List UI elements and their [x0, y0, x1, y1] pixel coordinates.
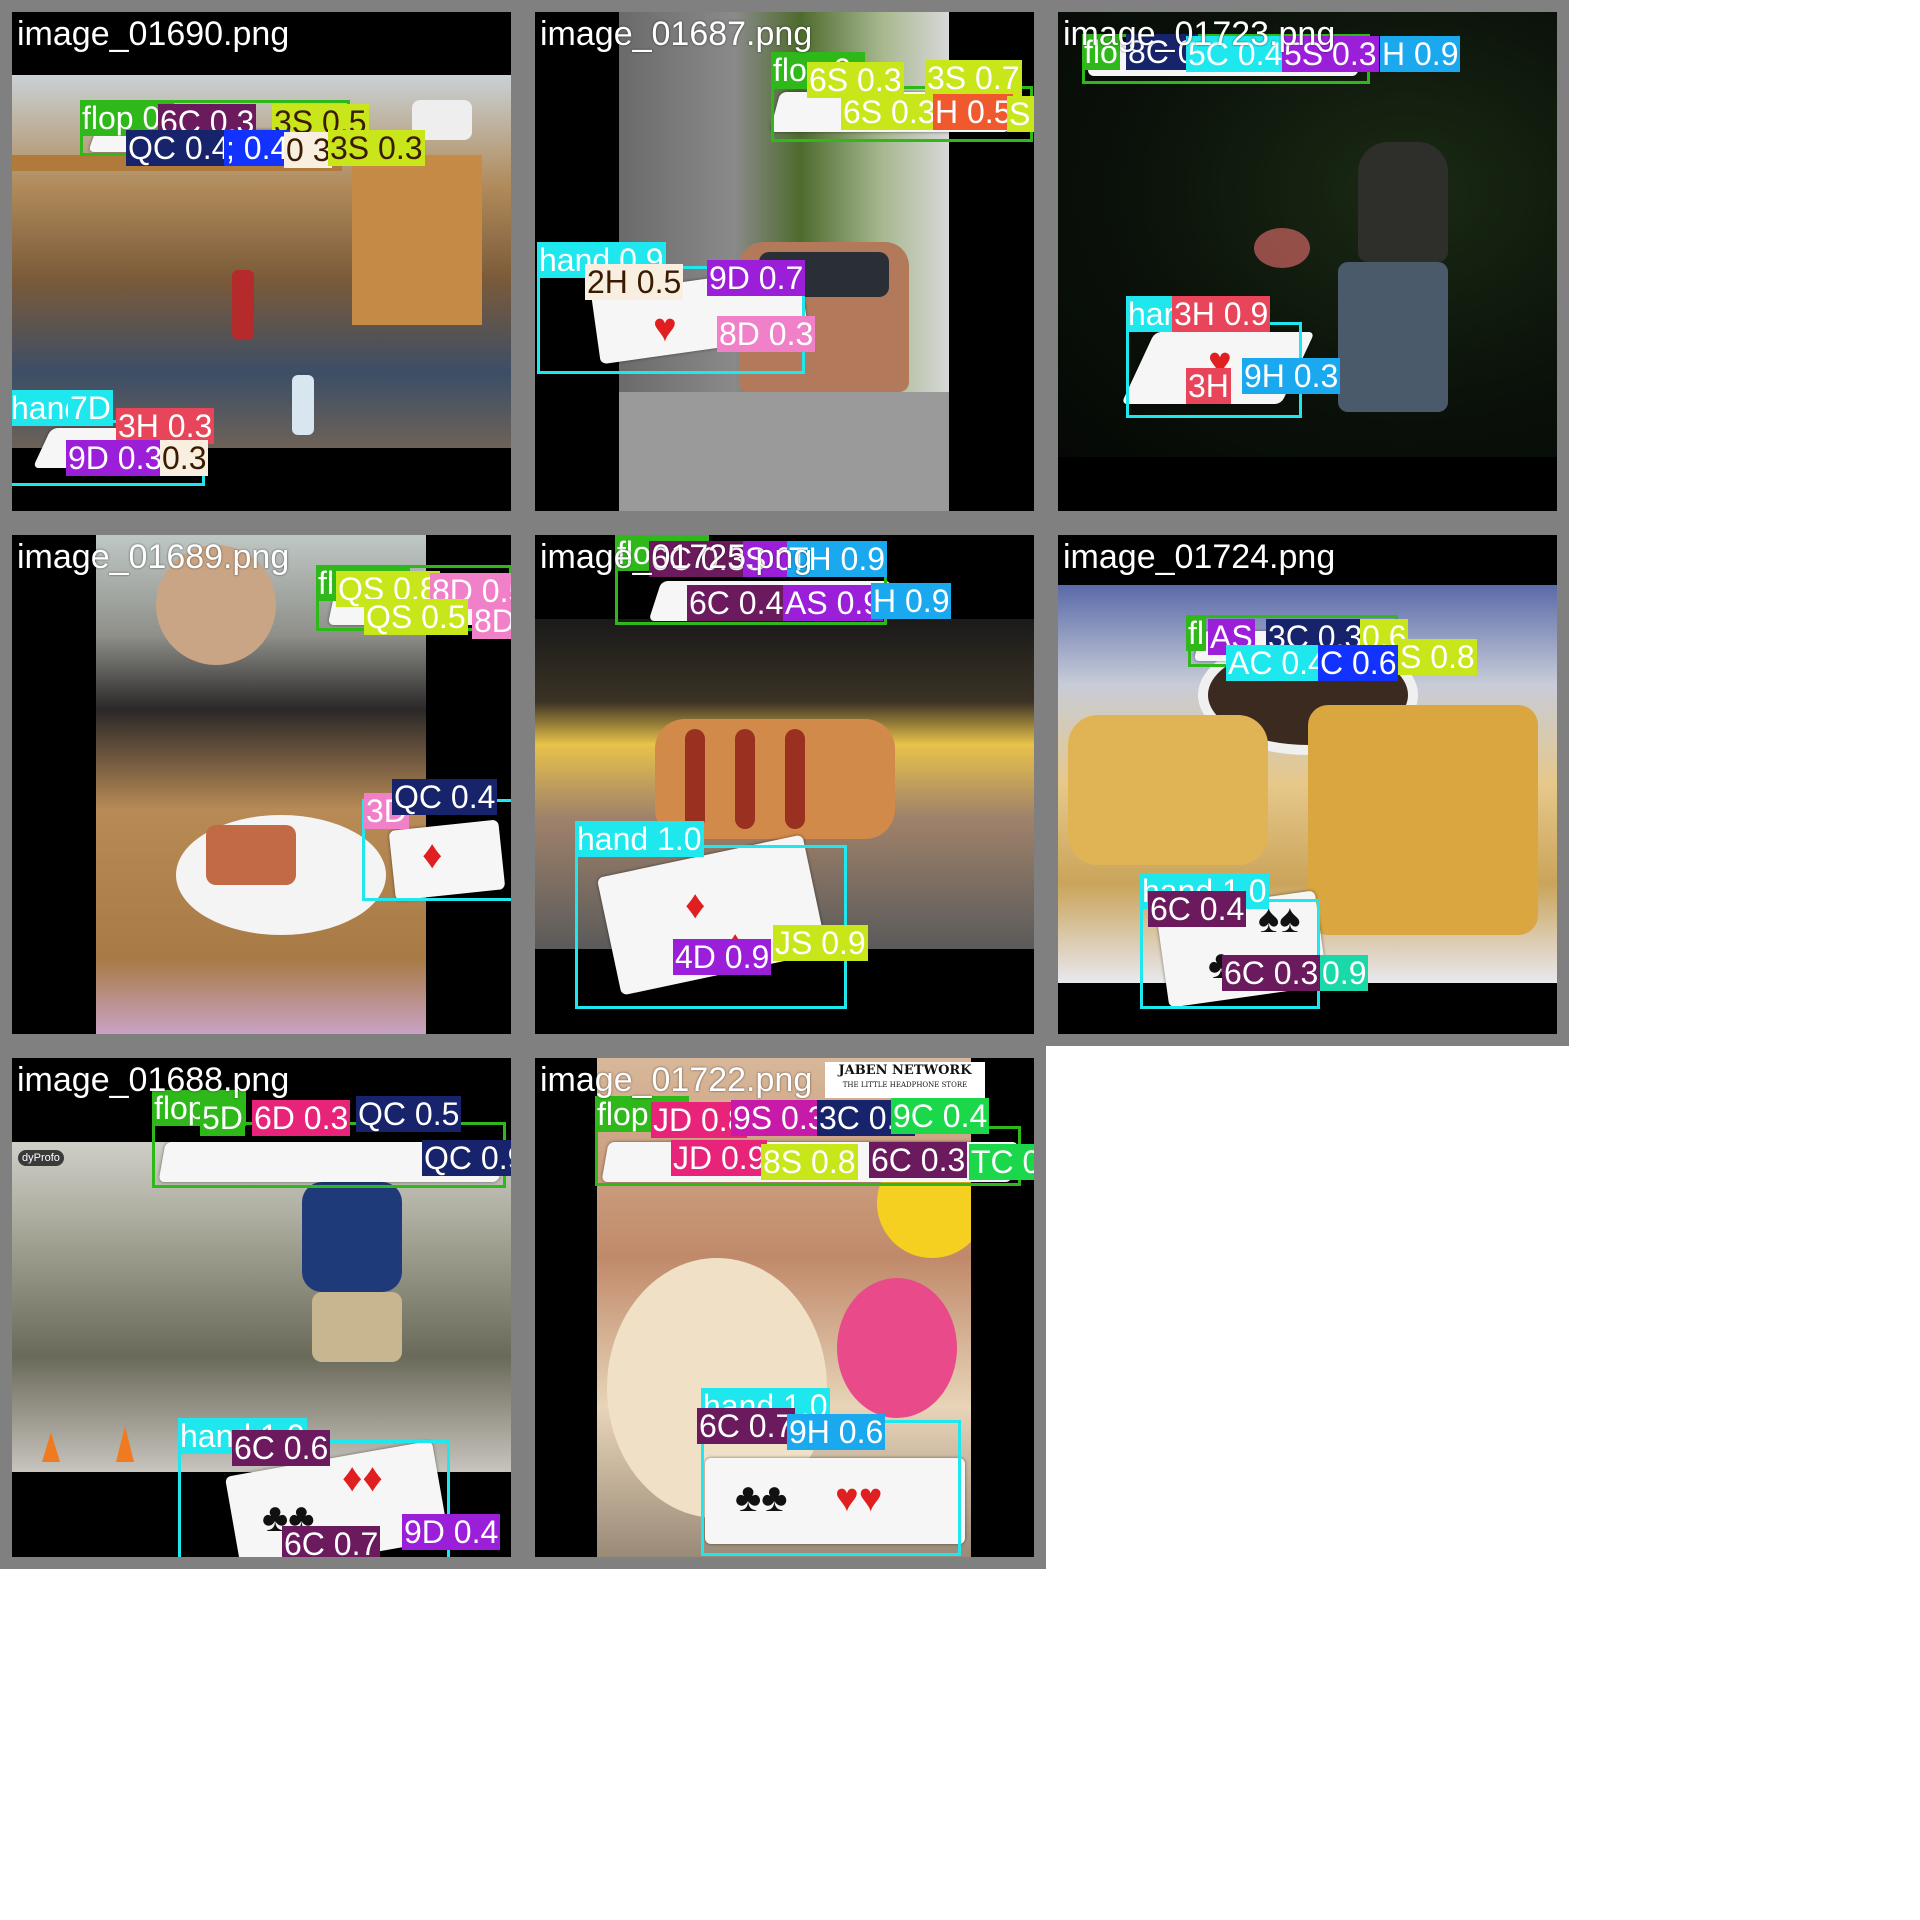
detection-label: 0.3	[160, 440, 209, 476]
detection-label: H 0.9	[871, 583, 952, 619]
detection-label: 6C 0.4	[1148, 891, 1247, 927]
detection-label: 3S 0.7	[925, 60, 1022, 96]
tile-image-01688: image_01688.png dyProfo flop 5D 6D 0.3 Q…	[0, 1046, 523, 1569]
detection-label: QC 0.9	[422, 1140, 511, 1176]
detection-label: 6S 0.3	[807, 62, 904, 98]
detection-label: 9H 0.6	[787, 1414, 886, 1450]
detection-label: hand 1.0	[575, 821, 704, 857]
detection-label: 8D 0.5	[472, 603, 511, 639]
tile-image-01723: image_01723.png flo 8C 0 5C 0.4 5S 0.3 H…	[1046, 0, 1569, 523]
detection-label: 6C 0.7	[282, 1526, 381, 1562]
detection-label: H 0.5	[933, 94, 1014, 130]
detection-label: 3H	[1186, 368, 1231, 404]
detection-label: 6C 0.4	[687, 585, 786, 621]
tile-filename: image_01690.png	[17, 15, 290, 53]
detection-label: 6C 0.3	[869, 1142, 968, 1178]
detection-label: 2H 0.5	[585, 264, 684, 300]
detection-label: AC 0.4	[1226, 645, 1328, 681]
detection-label: 8D 0.3	[717, 316, 816, 352]
tile-filename: image_01687.png	[540, 15, 813, 53]
detection-label: QC 0.4	[392, 779, 498, 815]
tile-image-01689: image_01689.png fl QS 0.8 8D 0.5 QS 0.5 …	[0, 523, 523, 1046]
store-sign-title: JABEN NETWORK	[838, 1063, 972, 1078]
store-sign-subtitle: THE LITTLE HEADPHONE STORE	[842, 1081, 968, 1089]
store-sign: JABEN NETWORK THE LITTLE HEADPHONE STORE	[825, 1062, 985, 1098]
detection-label: 3S 0.3	[328, 130, 425, 166]
tile-filename: image_01722.png	[540, 1061, 813, 1099]
detection-label: JS 0.9	[773, 925, 868, 961]
detection-label: 8S 0.8	[761, 1144, 858, 1180]
detection-label: QC 0.4	[126, 130, 232, 166]
detection-label: 9S 0.3	[731, 1100, 828, 1136]
detection-label: 4D 0.9	[673, 939, 772, 975]
detection-label: 6S 0.3	[841, 94, 938, 130]
detection-label: 9D 0.3	[66, 440, 165, 476]
detection-label: ; 0.4	[224, 130, 291, 166]
tile-filename: image_01724.png	[1063, 538, 1336, 576]
detection-label: 6D 0.3	[252, 1100, 351, 1136]
detection-label: 0.9	[1320, 955, 1369, 991]
tile-image-01690: image_01690.png flop 0. 6C 0.3 3S 0.5 QC…	[0, 0, 523, 523]
detection-label: 0 3	[284, 132, 333, 168]
detection-label: 6C 0.6	[232, 1430, 331, 1466]
detection-label: 9D 0.4	[402, 1514, 501, 1550]
tile-filename: image_01723.png	[1063, 15, 1336, 53]
detection-label: 9C 0.4	[891, 1098, 990, 1134]
detection-label: 6C 0.7	[697, 1408, 796, 1444]
detection-label: QS 0.5	[364, 599, 468, 635]
detection-label: har	[1126, 296, 1177, 332]
tile-image-01725: image_01725.png flo 6C 0.3 S 0 TH 0.9 6C…	[523, 523, 1046, 1046]
detection-label: H 0.9	[1380, 36, 1461, 72]
detection-label: JD 0.9	[671, 1140, 768, 1176]
detection-label: 3H 0.3	[116, 408, 215, 444]
detection-label: 6C 0.3	[1222, 955, 1321, 991]
detection-label: 9H 0.3	[1242, 358, 1341, 394]
detection-label: S 0.8	[1007, 96, 1034, 132]
detection-label: C 0.6	[1318, 645, 1399, 681]
photo-logo: dyProfo	[18, 1150, 64, 1166]
tile-filename: image_01725.png	[540, 538, 813, 576]
detection-label: TC 0.9	[969, 1144, 1034, 1180]
tile-image-01687: image_01687.png flop 0. 6S 0.3 3S 0.7 6S…	[523, 0, 1046, 523]
detection-label: 9D 0.7	[707, 260, 806, 296]
tile-filename: image_01689.png	[17, 538, 290, 576]
tile-image-01722: image_01722.png JABEN NETWORK THE LITTLE…	[523, 1046, 1046, 1569]
detection-label: QC 0.5	[356, 1096, 462, 1132]
detection-label: 7D	[68, 390, 113, 426]
tile-filename: image_01688.png	[17, 1061, 290, 1099]
detection-label: fl	[1186, 615, 1206, 651]
tile-image-01724: image_01724.png fl AS 3C 0.3 0.6 AC 0.4 …	[1046, 523, 1569, 1046]
detection-label: S 0.8	[1398, 639, 1477, 675]
detection-label: 3H 0.9	[1172, 296, 1271, 332]
detection-label: AS 0.9	[783, 585, 884, 621]
detection-label: 5D	[200, 1100, 245, 1136]
